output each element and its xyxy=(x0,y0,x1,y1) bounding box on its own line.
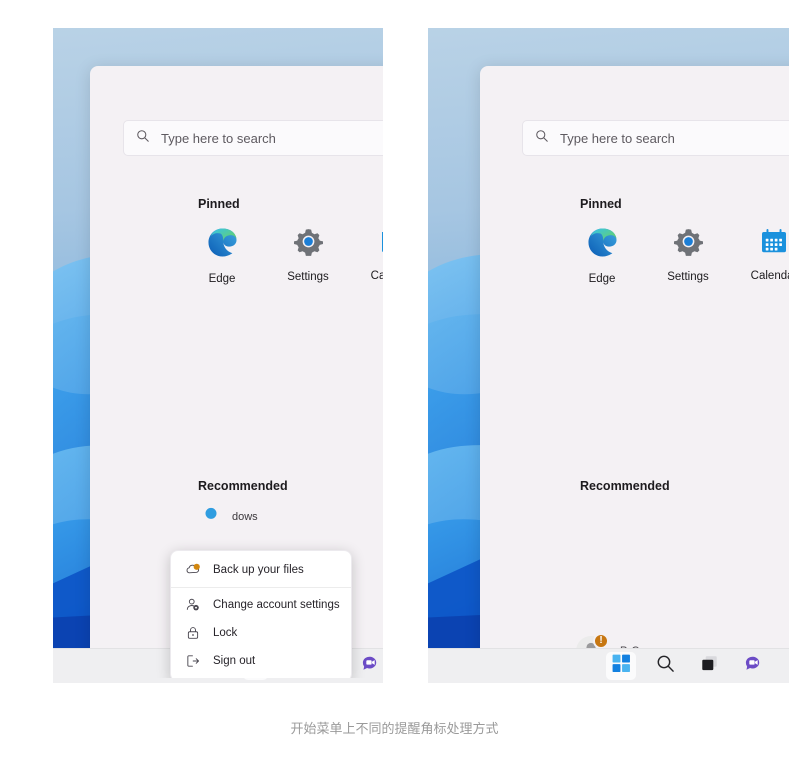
account-flyout-menu-left[interactable]: Back up your files Change account settin… xyxy=(170,550,352,678)
menu-item-lock[interactable]: Lock xyxy=(171,619,351,647)
start-menu-left[interactable]: Type here to search Pinned Edge Settings… xyxy=(90,66,383,678)
pinned-app-grid: Edge Settings xyxy=(580,226,789,285)
taskbar-button-start[interactable] xyxy=(606,652,636,680)
pinned-section-title: Pinned xyxy=(198,197,240,211)
taskbar-button-search[interactable] xyxy=(650,652,680,680)
pinned-app-label: Edge xyxy=(208,273,236,285)
recommended-section-title: Recommended xyxy=(580,479,670,493)
search-input[interactable]: Type here to search xyxy=(522,120,789,156)
pinned-app-label: Edge xyxy=(588,273,616,285)
pinned-app-edge[interactable]: Edge xyxy=(580,226,624,285)
pinned-app-label: Settings xyxy=(667,271,709,283)
search-input[interactable]: Type here to search xyxy=(123,120,383,156)
calendar-icon xyxy=(759,226,789,261)
pinned-app-grid: Edge Settings xyxy=(200,226,383,285)
pinned-app-label: Calendar xyxy=(370,270,383,282)
pinned-app-label: Settings xyxy=(287,271,329,283)
start-menu-right[interactable]: Type here to search Pinned Edge Settings… xyxy=(480,66,789,678)
recommended-section-title: Recommended xyxy=(198,479,288,493)
taskbar-button-chat[interactable] xyxy=(359,652,384,680)
comparison-figure: Type here to search Pinned Edge Settings… xyxy=(0,0,789,758)
search-placeholder-text: Type here to search xyxy=(560,130,675,146)
pinned-section-title: Pinned xyxy=(580,197,622,211)
edge-icon xyxy=(206,226,239,264)
menu-divider xyxy=(171,587,351,588)
search-icon xyxy=(656,654,675,678)
chat-icon xyxy=(744,654,763,678)
gear-icon xyxy=(673,226,704,262)
menu-item-label: Sign out xyxy=(213,655,256,667)
recommended-item-label: dows xyxy=(232,511,258,523)
recommended-item[interactable]: dows xyxy=(200,506,258,528)
status-badge: ! xyxy=(593,633,609,649)
pinned-app-edge[interactable]: Edge xyxy=(200,226,244,285)
taskbar-button-chat[interactable] xyxy=(738,652,768,680)
pinned-app-settings[interactable]: Settings xyxy=(666,226,710,285)
menu-item-change-account-settings[interactable]: Change account settings xyxy=(171,591,351,619)
lock-icon xyxy=(185,625,201,641)
menu-item-label: Change account settings xyxy=(213,599,340,611)
pinned-app-calendar[interactable]: Calendar xyxy=(370,226,383,285)
sign-out-icon xyxy=(185,653,201,669)
menu-item-back-up-your-files[interactable]: Back up your files xyxy=(171,556,351,584)
pinned-app-label: Calendar xyxy=(750,270,789,282)
menu-item-label: Lock xyxy=(213,627,238,639)
menu-item-label: Back up your files xyxy=(213,564,304,576)
account-settings-icon xyxy=(185,597,201,613)
cloud-badge-icon xyxy=(185,562,201,578)
taskbar-button-task-view[interactable] xyxy=(694,652,724,680)
screenshot-panel-right: Type here to search Pinned Edge Settings… xyxy=(428,28,789,683)
search-icon xyxy=(136,129,150,148)
task-view-icon xyxy=(700,654,719,678)
screenshot-panel-left: Type here to search Pinned Edge Settings… xyxy=(53,28,383,683)
windows-start-icon xyxy=(612,654,631,678)
calendar-icon xyxy=(379,226,383,261)
search-icon xyxy=(535,129,549,148)
gear-icon xyxy=(293,226,324,262)
edge-icon xyxy=(586,226,619,264)
search-placeholder-text: Type here to search xyxy=(161,130,276,146)
pinned-app-calendar[interactable]: Calendar xyxy=(750,226,789,285)
pinned-app-settings[interactable]: Settings xyxy=(286,226,330,285)
chat-icon xyxy=(361,654,380,678)
figure-caption: 开始菜单上不同的提醒角标处理方式 xyxy=(290,721,499,736)
taskbar-right[interactable] xyxy=(428,648,789,683)
menu-item-sign-out[interactable]: Sign out xyxy=(171,647,351,675)
recommended-item-icon xyxy=(205,507,217,519)
